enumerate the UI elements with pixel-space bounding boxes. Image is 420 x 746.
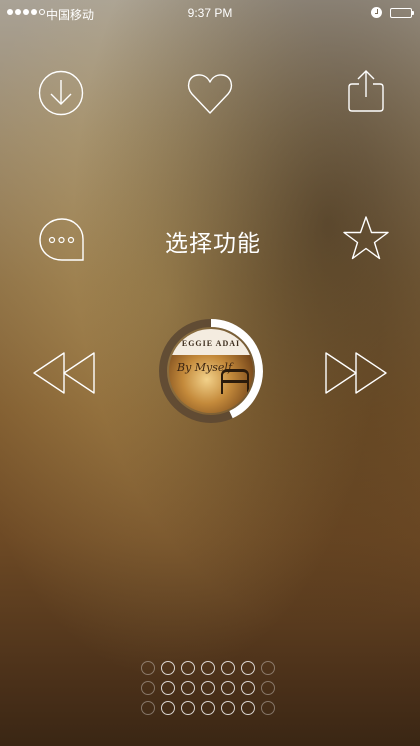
album-progress[interactable]: EGGIE ADAI By Myself (159, 319, 263, 423)
status-time: 9:37 PM (187, 6, 233, 20)
bench-image (221, 369, 249, 394)
download-icon (38, 70, 84, 116)
fast-forward-button[interactable] (324, 350, 388, 396)
rewind-icon (33, 352, 95, 394)
page-dot[interactable] (161, 681, 175, 695)
page-dot[interactable] (181, 661, 195, 675)
page-dot[interactable] (141, 661, 155, 675)
fast-forward-icon (325, 352, 387, 394)
page-dot[interactable] (221, 681, 235, 695)
heart-icon (187, 74, 233, 114)
page-dot[interactable] (261, 661, 275, 675)
page-dot[interactable] (181, 681, 195, 695)
favorite-button[interactable] (186, 72, 234, 116)
comment-icon (39, 218, 84, 261)
share-button[interactable] (346, 68, 386, 114)
page-dot[interactable] (221, 661, 235, 675)
share-icon (348, 70, 384, 112)
rewind-button[interactable] (32, 350, 96, 396)
status-bar: 中国移动 9:37 PM (0, 0, 420, 28)
page-dot[interactable] (141, 681, 155, 695)
page-dot[interactable] (261, 701, 275, 715)
screen-title: 选择功能 (165, 230, 261, 256)
battery-icon (390, 8, 414, 18)
page-dot[interactable] (241, 681, 255, 695)
alarm-clock-icon (371, 7, 382, 18)
page-dot[interactable] (141, 701, 155, 715)
page-dot[interactable] (181, 701, 195, 715)
page-dot[interactable] (241, 701, 255, 715)
page-indicator (141, 661, 281, 715)
star-button[interactable] (342, 214, 390, 262)
page-dot[interactable] (201, 701, 215, 715)
page-dot[interactable] (161, 661, 175, 675)
page-dot[interactable] (161, 701, 175, 715)
album-cover: EGGIE ADAI By Myself (169, 329, 253, 413)
download-button[interactable] (38, 70, 84, 116)
star-icon (343, 216, 389, 260)
album-artist: EGGIE ADAI (169, 329, 253, 355)
player-screen: 中国移动 9:37 PM 选择功能 EGGIE ADAI By Myself (0, 0, 420, 746)
page-dot[interactable] (221, 701, 235, 715)
comment-button[interactable] (38, 217, 86, 263)
page-dot[interactable] (201, 681, 215, 695)
page-dot[interactable] (201, 661, 215, 675)
page-dot[interactable] (241, 661, 255, 675)
page-dot[interactable] (261, 681, 275, 695)
